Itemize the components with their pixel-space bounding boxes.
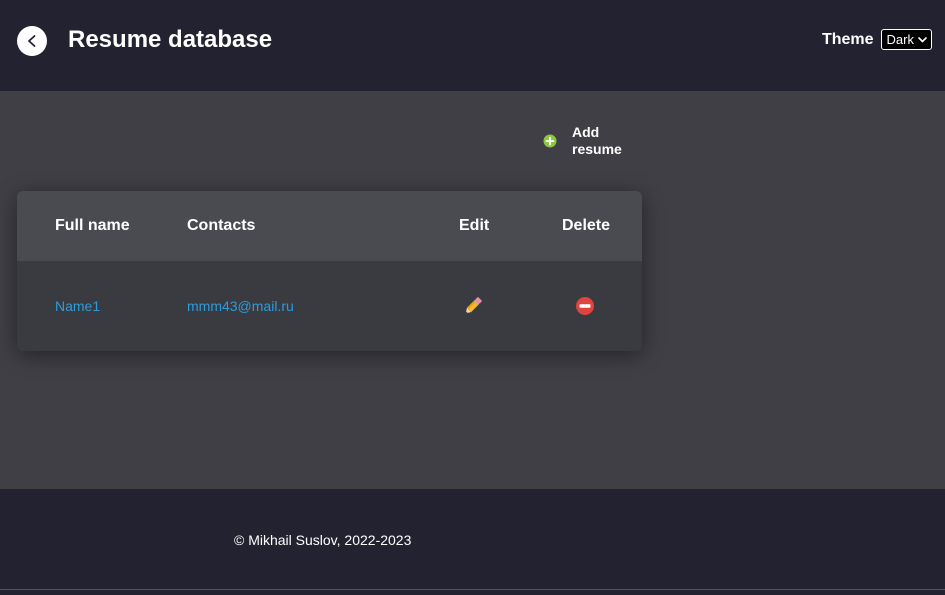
chevron-left-icon — [28, 35, 36, 47]
table-header: Full name Contacts Edit Delete — [17, 191, 642, 261]
delete-button[interactable] — [575, 296, 595, 316]
plus-circle-icon — [543, 134, 557, 148]
column-header-delete: Delete — [562, 217, 611, 234]
no-entry-icon — [576, 297, 594, 315]
theme-label: Theme — [821, 30, 874, 48]
page: Resume database Theme Dark Add resume Fu… — [0, 0, 945, 595]
theme-switcher: Theme Dark — [822, 29, 932, 50]
divider — [0, 589, 945, 590]
back-button[interactable] — [17, 26, 47, 56]
resume-table: Full name Contacts Edit Delete Name1 mmm… — [17, 191, 642, 351]
pencil-icon — [465, 297, 482, 314]
theme-select[interactable]: Dark — [880, 29, 932, 50]
theme-select-value: Dark — [886, 32, 914, 47]
main-content: Add resume Full name Contacts Edit Delet… — [0, 91, 945, 489]
copyright-text: © Mikhail Suslov, 2022-2023 — [234, 532, 412, 548]
resume-contact-link[interactable]: mmm43@mail.ru — [187, 298, 294, 314]
column-header-full-name: Full name — [55, 217, 130, 234]
column-header-contacts: Contacts — [187, 217, 256, 234]
header: Resume database Theme Dark — [0, 0, 945, 91]
resume-name-link[interactable]: Name1 — [55, 298, 100, 314]
footer: © Mikhail Suslov, 2022-2023 — [0, 489, 945, 595]
add-resume-label: Add resume — [572, 124, 622, 157]
page-title: Resume database — [68, 26, 273, 53]
edit-button[interactable] — [462, 295, 484, 317]
column-header-edit: Edit — [459, 217, 490, 234]
add-resume-button[interactable]: Add resume — [543, 124, 632, 158]
chevron-down-icon — [918, 36, 927, 42]
table-row: Name1 mmm43@mail.ru — [17, 261, 642, 351]
